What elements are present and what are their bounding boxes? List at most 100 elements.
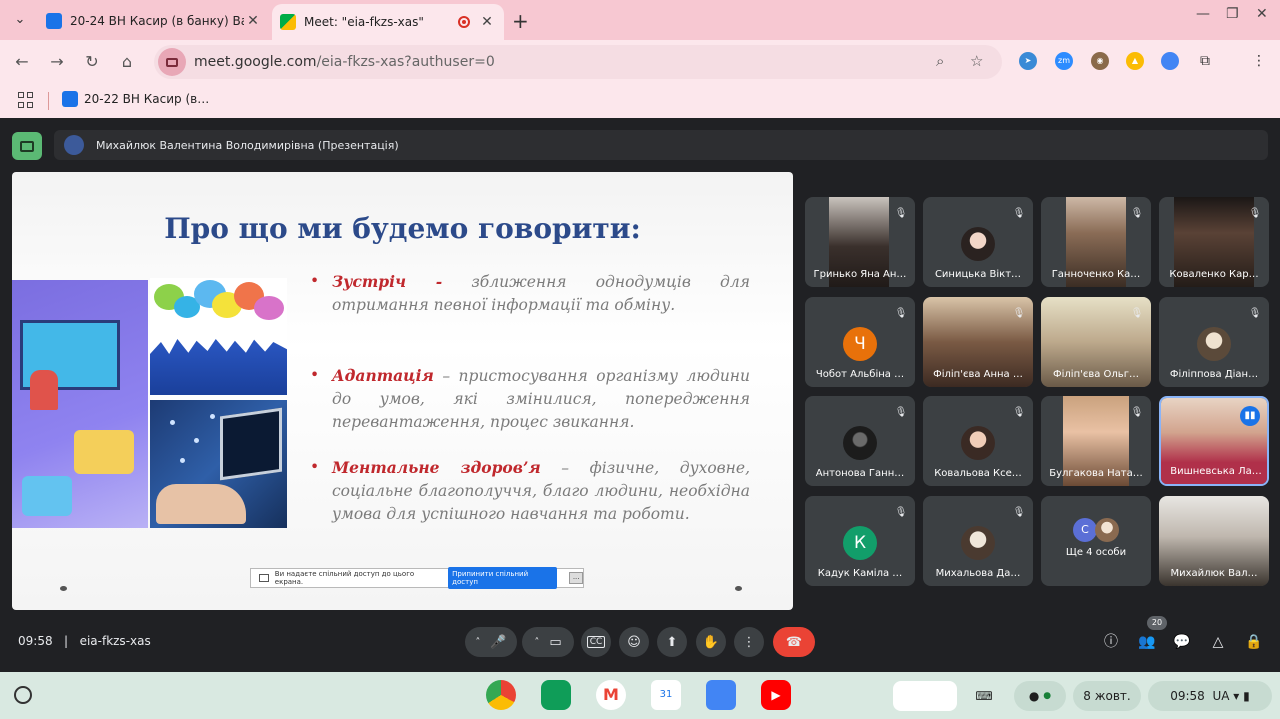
- back-arrow-icon[interactable]: ←: [10, 50, 34, 74]
- extension-send-icon[interactable]: ➤: [1019, 52, 1037, 70]
- owl-extension-icon[interactable]: ◉: [1091, 52, 1109, 70]
- blue-dot-extension-icon[interactable]: [1161, 52, 1179, 70]
- meeting-details-icon[interactable]: ⓘ: [1101, 632, 1121, 652]
- participant-tile[interactable]: Ч 🎙 Чобот Альбіна …: [805, 297, 915, 387]
- chat-icon[interactable]: 💬: [1172, 632, 1192, 652]
- reload-icon[interactable]: ↻: [80, 50, 104, 74]
- tab-close-icon[interactable]: ✕: [478, 14, 496, 30]
- presenter-name: Михайлюк Валентина Володимирівна (Презен…: [96, 138, 399, 152]
- participant-name: Філіп'єва Ольг…: [1053, 369, 1139, 380]
- participant-tile[interactable]: 🎙 Антонова Ганн…: [805, 396, 915, 486]
- bullet-item: • Зустріч - зближення однодумців для отр…: [310, 272, 750, 314]
- participant-tile[interactable]: 🎙 Ганноченко Ка…: [1041, 197, 1151, 287]
- participant-name: Чобот Альбіна …: [815, 369, 905, 380]
- participant-tile[interactable]: 🎙 Філіп'єва Ольг…: [1041, 297, 1151, 387]
- illustration-student-screen: [74, 430, 134, 474]
- mic-off-icon: 🎙: [894, 208, 908, 219]
- microphone-icon[interactable]: 🎤: [490, 635, 506, 650]
- host-controls-lock-icon[interactable]: 🔒: [1244, 632, 1264, 652]
- hide-notice-button[interactable]: ...: [569, 572, 583, 584]
- participant-tile[interactable]: 🎙 Михальова Да…: [923, 496, 1033, 586]
- teacher-illustration: [12, 280, 148, 528]
- tab-search-chevron-icon[interactable]: ⌄: [8, 8, 32, 32]
- reactions-button[interactable]: ☺: [619, 627, 649, 657]
- circle-icon: ●: [1028, 689, 1040, 703]
- chrome-app-icon[interactable]: [486, 680, 516, 710]
- participant-tile[interactable]: 🎙 Гринько Яна Ан…: [805, 197, 915, 287]
- participant-tile[interactable]: 🎙 Ковальова Ксе…: [923, 396, 1033, 486]
- recording-icon: [458, 16, 470, 28]
- date-tray[interactable]: 8 жовт.: [1073, 681, 1141, 711]
- camera-icon[interactable]: ▭: [549, 635, 561, 650]
- chevron-up-icon[interactable]: ˄: [475, 637, 480, 648]
- participant-name: Синицька Вікт…: [934, 269, 1022, 280]
- more-participants-tile[interactable]: С Ще 4 особи: [1041, 496, 1151, 586]
- participant-tile[interactable]: 🎙 Філіп'єва Анна …: [923, 297, 1033, 387]
- end-call-button[interactable]: ☎: [773, 627, 815, 657]
- restore-icon[interactable]: ❐: [1226, 6, 1239, 22]
- calendar-app-icon[interactable]: 31: [651, 680, 681, 710]
- bookmark-star-icon[interactable]: ☆: [970, 52, 983, 70]
- participant-tile[interactable]: 🎙 Булгакова Ната…: [1041, 396, 1151, 486]
- activities-icon[interactable]: △: [1208, 632, 1228, 652]
- youtube-app-icon[interactable]: ▶: [761, 680, 791, 710]
- captions-button[interactable]: CC: [581, 627, 611, 657]
- participant-name: Ганноченко Ка…: [1051, 269, 1141, 280]
- close-window-icon[interactable]: ✕: [1256, 6, 1268, 22]
- files-app-icon[interactable]: [706, 680, 736, 710]
- browser-menu-icon[interactable]: ⋮: [1250, 52, 1268, 70]
- participant-tile-speaking[interactable]: ▮▮ Вишневська Ла…: [1159, 396, 1269, 486]
- camera-control[interactable]: ˄ ▭: [522, 627, 574, 657]
- forward-arrow-icon[interactable]: →: [45, 50, 69, 74]
- participant-tile[interactable]: Михайлюк Вал…: [1159, 496, 1269, 586]
- bullet-item: • Ментальне здоров’я – фізичне, духовне,…: [310, 458, 750, 523]
- bookmark-item[interactable]: 20-22 ВН Касир (в…: [62, 91, 209, 107]
- zoom-magnifier-icon[interactable]: ⌕: [936, 52, 944, 70]
- browser-tab-strip: ⌄ 20-24 ВН Касир (в банку) Вал… ✕ Meet: …: [0, 0, 1280, 40]
- zoom-extension-icon[interactable]: zm: [1055, 52, 1073, 70]
- keyboard-icon[interactable]: ⌨: [966, 681, 1002, 711]
- screen-share-notice: Ви надаєте спільний доступ до цього екра…: [250, 567, 584, 589]
- present-button[interactable]: ⬆: [657, 627, 687, 657]
- extensions-puzzle-icon[interactable]: ⧉: [1196, 52, 1214, 70]
- bullet-marker: •: [310, 366, 320, 384]
- classroom-app-icon[interactable]: [541, 680, 571, 710]
- more-options-button[interactable]: ⋮: [734, 627, 764, 657]
- network-laptop-image: [150, 400, 287, 528]
- participant-tile[interactable]: 🎙 Коваленко Кар…: [1159, 197, 1269, 287]
- people-icon[interactable]: 👥: [1137, 632, 1157, 652]
- raise-hand-button[interactable]: ✋: [696, 627, 726, 657]
- gmail-app-icon[interactable]: M: [596, 680, 626, 710]
- participant-name: Михальова Да…: [935, 568, 1021, 579]
- browser-tab-meet[interactable]: Meet: "eia-fkzs-xas" ✕: [272, 4, 504, 40]
- classroom-favicon-icon: [46, 13, 62, 29]
- browser-tab-cashier[interactable]: 20-24 ВН Касир (в банку) Вал… ✕: [38, 6, 270, 36]
- presentation-mode-icon[interactable]: [12, 132, 42, 160]
- apps-grid-icon[interactable]: [18, 92, 34, 108]
- emoji-icon: ☺: [627, 634, 641, 650]
- participant-name: Ковальова Ксе…: [934, 468, 1022, 479]
- site-info-icon[interactable]: [158, 48, 186, 76]
- microphone-control[interactable]: ˄ 🎤: [465, 627, 517, 657]
- tab-close-icon[interactable]: ✕: [244, 13, 262, 29]
- new-tab-plus-icon[interactable]: +: [512, 9, 529, 33]
- mic-off-icon: 🎙: [1130, 208, 1144, 219]
- shelf-date: 8 жовт.: [1083, 689, 1131, 703]
- system-tray[interactable]: 09:58 UA ▾ ▮: [1148, 681, 1272, 711]
- address-bar[interactable]: meet.google.com/eia-fkzs-xas?authuser=0 …: [154, 45, 1002, 79]
- network-node: [210, 414, 215, 419]
- launcher-icon[interactable]: [14, 686, 32, 704]
- status-dots[interactable]: ● ●: [1014, 681, 1066, 711]
- participant-tile[interactable]: 🎙 Синицька Вікт…: [923, 197, 1033, 287]
- chevron-up-icon[interactable]: ˄: [534, 637, 539, 648]
- home-icon[interactable]: ⌂: [115, 50, 139, 74]
- participant-tile[interactable]: К 🎙 Кадук Каміла …: [805, 496, 915, 586]
- stop-sharing-button[interactable]: Припинити спільний доступ: [448, 567, 558, 589]
- illustration-student-screen: [22, 476, 72, 516]
- bookmarks-bar: 20-22 ВН Касир (в…: [0, 84, 1280, 118]
- holding-space-thumbnails[interactable]: [893, 681, 957, 711]
- drive-extension-icon[interactable]: ▲: [1126, 52, 1144, 70]
- participant-tile[interactable]: 🎙 Філіппова Діан…: [1159, 297, 1269, 387]
- minimize-icon[interactable]: —: [1196, 6, 1210, 22]
- participant-name: Вишневська Ла…: [1170, 466, 1262, 477]
